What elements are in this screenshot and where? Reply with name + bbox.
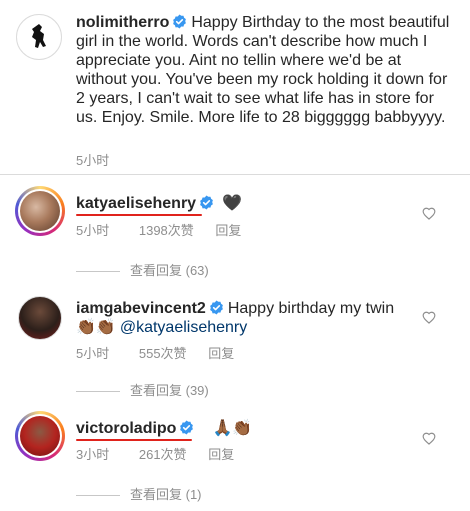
comment-time: 5小时 xyxy=(76,223,110,238)
post-time: 5小时 xyxy=(76,153,110,168)
comment-username[interactable]: iamgabevincent2 xyxy=(76,300,206,317)
view-replies[interactable]: 查看回复 (39) xyxy=(76,380,209,399)
red-underline-annotation xyxy=(76,214,202,216)
verified-badge-icon xyxy=(209,300,223,315)
view-replies-label: 查看回复 (63) xyxy=(130,263,209,278)
comment-time: 5小时 xyxy=(76,346,110,361)
view-replies-label: 查看回复 (1) xyxy=(130,487,202,502)
comment-username[interactable]: katyaelisehenry xyxy=(76,195,196,212)
verified-badge-icon xyxy=(200,195,213,210)
verified-badge-icon xyxy=(173,14,187,29)
comment-likes[interactable]: 1398次赞 xyxy=(139,223,194,238)
view-replies-label: 查看回复 (39) xyxy=(130,383,209,398)
avatar[interactable] xyxy=(18,296,62,340)
reply-button[interactable]: 回复 xyxy=(215,223,241,238)
comment-likes[interactable]: 261次赞 xyxy=(139,447,187,462)
comment-likes[interactable]: 555次赞 xyxy=(139,346,187,361)
comment-time: 3小时 xyxy=(76,447,110,462)
author-silhouette-icon xyxy=(18,16,60,58)
red-underline-annotation xyxy=(76,439,192,441)
comment-text: 🖤 xyxy=(222,195,242,212)
like-heart-icon[interactable] xyxy=(422,207,436,220)
avatar xyxy=(20,416,60,456)
comment-username[interactable]: victoroladipo xyxy=(76,420,176,437)
view-replies[interactable]: 查看回复 (1) xyxy=(76,484,202,503)
reply-button[interactable]: 回复 xyxy=(208,447,234,462)
divider xyxy=(0,174,470,175)
comment-emoji: 👏🏾👏🏾 xyxy=(76,319,116,336)
like-heart-icon[interactable] xyxy=(422,432,436,445)
reply-button[interactable]: 回复 xyxy=(208,346,234,361)
verified-badge-icon xyxy=(180,420,194,435)
comment-text: Happy birthday my twin xyxy=(227,300,395,317)
replies-line xyxy=(76,271,120,273)
mention-link[interactable]: @katyaelisehenry xyxy=(120,319,247,336)
replies-line xyxy=(76,391,120,393)
comment-text: 🙏🏾👏🏾 xyxy=(212,420,253,437)
view-replies[interactable]: 查看回复 (63) xyxy=(76,260,209,279)
story-ring[interactable] xyxy=(15,186,65,236)
post-author-avatar[interactable] xyxy=(16,14,62,60)
avatar xyxy=(20,191,60,231)
like-heart-icon[interactable] xyxy=(422,311,436,324)
story-ring[interactable] xyxy=(15,411,65,461)
replies-line xyxy=(76,495,120,497)
post-author-username[interactable]: nolimitherro xyxy=(76,14,169,31)
post-caption: nolimitherro Happy Birthday to the most b… xyxy=(0,0,470,172)
